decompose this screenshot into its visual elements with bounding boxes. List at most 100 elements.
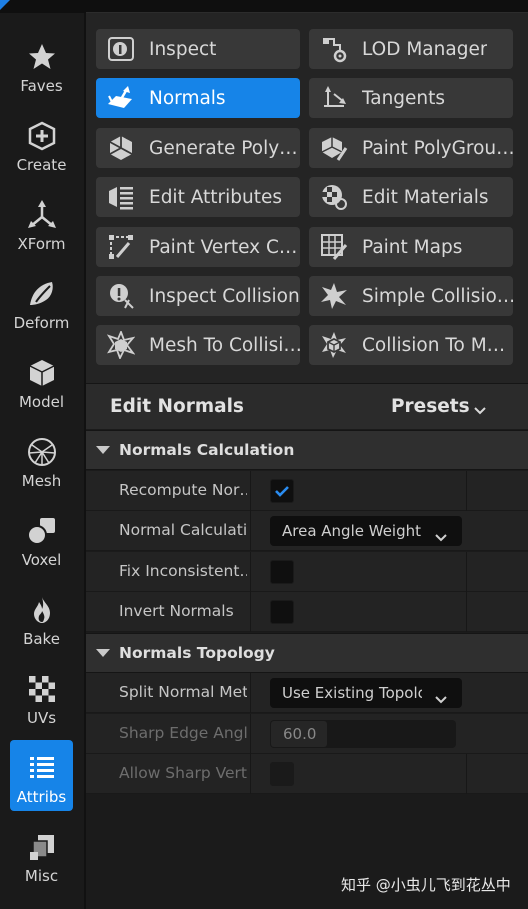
category-create[interactable]: Create	[10, 108, 73, 179]
section-normals-topology[interactable]: Normals Topology	[86, 633, 528, 673]
column-divider	[250, 714, 251, 754]
fix-inconsistent-normals-checkbox[interactable]	[270, 560, 294, 584]
chevron-down-icon[interactable]	[473, 401, 487, 420]
details-header: Edit Normals Presets	[86, 383, 528, 429]
tool-inspect-collision-button[interactable]: Inspect Collision	[96, 276, 300, 316]
tangents-icon	[319, 83, 349, 113]
tool-label: Inspect Collision	[149, 285, 300, 307]
transform-axes-icon	[26, 199, 58, 231]
tool-collision-to-mesh-button[interactable]: Collision To M…	[309, 325, 513, 365]
tool-simple-collision-button[interactable]: Simple Collisio…	[309, 276, 513, 316]
paint-maps-icon	[319, 232, 349, 262]
property-row-normal-calculation-method: Normal Calculati… Area Angle Weightir	[86, 511, 528, 551]
tool-tangents-button[interactable]: Tangents	[309, 78, 513, 118]
category-label: XForm	[17, 235, 66, 253]
tool-paint-vertex-colors-button[interactable]: Paint Vertex C…	[96, 227, 300, 267]
category-label: Create	[16, 156, 67, 174]
category-bake[interactable]: Bake	[10, 582, 73, 653]
category-label: Bake	[23, 630, 60, 648]
category-attribs[interactable]: Attribs	[10, 740, 73, 811]
collapse-arrow-icon[interactable]	[96, 649, 110, 657]
edit-attributes-icon	[106, 182, 136, 212]
dropdown-value: Area Angle Weightir	[282, 522, 422, 540]
chevron-down-icon	[434, 689, 448, 708]
category-label: Voxel	[21, 551, 62, 569]
property-row-allow-sharp-vertices: Allow Sharp Vert…	[86, 754, 528, 794]
normal-calculation-method-dropdown[interactable]: Area Angle Weightir	[270, 516, 462, 546]
category-model[interactable]: Model	[10, 345, 73, 416]
tool-label: Paint Vertex C…	[149, 236, 298, 258]
category-mesh[interactable]: Mesh	[10, 424, 73, 495]
tool-lod-manager-button[interactable]: LOD Manager	[309, 29, 513, 69]
generate-polygroups-icon	[106, 133, 136, 163]
tool-label: Paint PolyGrou…	[362, 137, 513, 159]
category-deform[interactable]: Deform	[10, 266, 73, 337]
category-faves[interactable]: Faves	[10, 29, 73, 100]
column-divider	[250, 592, 251, 632]
split-normal-method-dropdown[interactable]: Use Existing Topolc	[270, 678, 462, 708]
tool-label: Edit Materials	[362, 186, 489, 208]
allow-sharp-vertices-checkbox[interactable]	[270, 762, 294, 786]
property-label: Invert Normals	[119, 602, 234, 620]
mesh-to-collision-icon	[106, 330, 136, 360]
column-divider	[466, 552, 467, 592]
dropdown-value: Use Existing Topolc	[282, 684, 422, 702]
collision-to-mesh-icon	[319, 330, 349, 360]
tool-mesh-to-collision-button[interactable]: Mesh To Collisi…	[96, 325, 300, 365]
section-title: Normals Calculation	[119, 441, 295, 459]
tool-normals-button[interactable]: Normals	[96, 78, 300, 118]
collapse-arrow-icon[interactable]	[96, 446, 110, 454]
property-label: Sharp Edge Angl…	[119, 724, 247, 742]
property-row-invert-normals: Invert Normals	[86, 592, 528, 632]
paint-vertex-colors-icon	[106, 232, 136, 262]
recompute-normals-checkbox[interactable]	[270, 479, 294, 503]
tool-edit-attributes-button[interactable]: Edit Attributes	[96, 177, 300, 217]
sharp-edge-angle-field[interactable]: 60.0	[270, 720, 456, 748]
voxel-icon	[26, 515, 58, 547]
category-voxel[interactable]: Voxel	[10, 503, 73, 574]
column-divider	[250, 471, 251, 511]
tool-label: Collision To M…	[362, 334, 506, 356]
category-label: Mesh	[21, 472, 62, 490]
tool-paint-polygroups-button[interactable]: Paint PolyGrou…	[309, 128, 513, 168]
model-cube-icon	[26, 357, 58, 389]
category-label: Misc	[24, 867, 59, 885]
create-cube-icon	[26, 120, 58, 152]
category-label: Model	[18, 393, 65, 411]
property-label: Allow Sharp Vert…	[119, 764, 247, 782]
misc-icon	[26, 831, 58, 863]
category-xform[interactable]: XForm	[10, 187, 73, 258]
normals-icon	[106, 83, 136, 113]
section-normals-calculation[interactable]: Normals Calculation	[86, 430, 528, 470]
column-divider	[466, 592, 467, 632]
mesh-icon	[26, 436, 58, 468]
tool-paint-maps-button[interactable]: Paint Maps	[309, 227, 513, 267]
tool-label: Simple Collisio…	[362, 285, 513, 307]
tool-edit-materials-button[interactable]: Edit Materials	[309, 177, 513, 217]
category-label: Deform	[13, 314, 70, 332]
tool-label: Generate Poly…	[149, 137, 298, 159]
tool-inspect-button[interactable]: Inspect	[96, 29, 300, 69]
presets-button[interactable]: Presets	[391, 396, 470, 417]
column-divider	[250, 673, 251, 713]
tool-label: LOD Manager	[362, 38, 488, 60]
property-row-sharp-edge-angle: Sharp Edge Angl… 60.0	[86, 714, 528, 754]
star-icon	[26, 41, 58, 73]
column-divider	[466, 471, 467, 511]
section-title: Normals Topology	[119, 644, 275, 662]
category-misc[interactable]: Misc	[10, 819, 73, 890]
checkmark-icon	[275, 486, 289, 497]
inspect-collision-icon	[106, 281, 136, 311]
flame-icon	[26, 594, 58, 626]
paint-polygroups-icon	[319, 133, 349, 163]
tool-generate-polygroups-button[interactable]: Generate Poly…	[96, 128, 300, 168]
property-row-recompute-normals: Recompute Nor…	[86, 471, 528, 511]
invert-normals-checkbox[interactable]	[270, 600, 294, 624]
lod-manager-icon	[319, 34, 349, 64]
tool-label: Mesh To Collisi…	[149, 334, 300, 356]
checker-icon	[26, 673, 58, 705]
category-uvs[interactable]: UVs	[10, 661, 73, 732]
simple-collision-icon	[319, 281, 349, 311]
column-divider	[250, 552, 251, 592]
tool-label: Inspect	[149, 38, 217, 60]
